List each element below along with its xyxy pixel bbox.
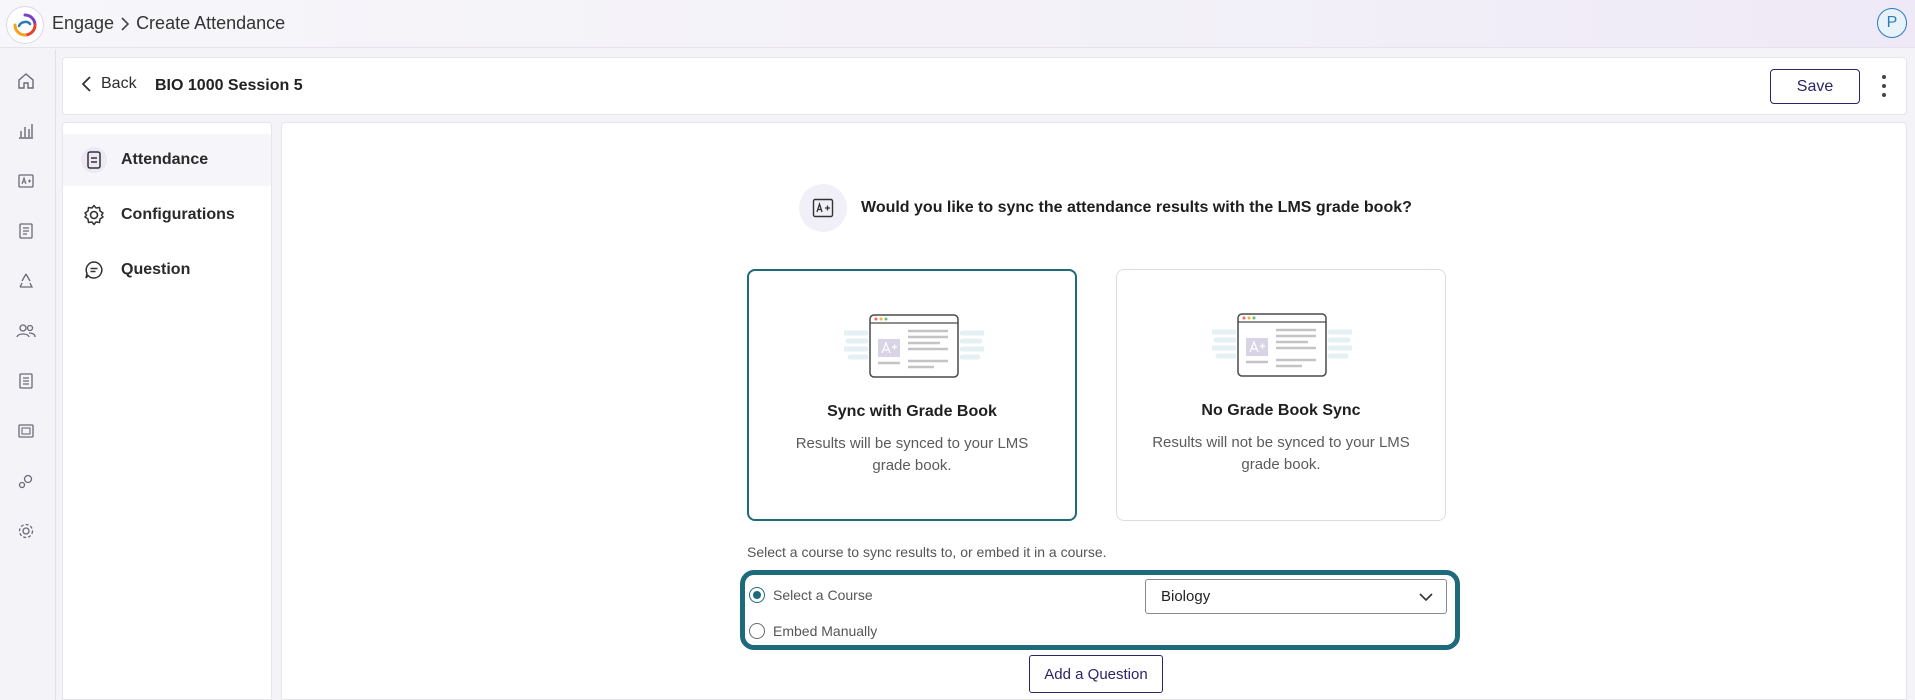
course-select[interactable]: Biology: [1145, 579, 1447, 614]
add-question-button[interactable]: Add a Question: [1029, 655, 1163, 693]
option-description: Results will be synced to your LMS grade…: [795, 435, 1029, 474]
chat-icon: [81, 257, 107, 283]
nav-item-question[interactable]: Question: [63, 244, 271, 296]
chevron-right-icon: [118, 16, 132, 32]
page-title: BIO 1000 Session 5: [155, 77, 303, 94]
document-icon: [81, 147, 107, 173]
option-no-grade-book-sync[interactable]: No Grade Book Sync Results will not be s…: [1116, 269, 1446, 521]
radio-select-course[interactable]: Select a Course: [749, 587, 873, 603]
page-header: Back BIO 1000 Session 5 Save: [62, 57, 1907, 115]
grade-book-sync-illustration-icon: [844, 314, 984, 378]
engage-logo-icon[interactable]: [6, 6, 44, 44]
gallery-icon[interactable]: [14, 419, 38, 443]
radio-button[interactable]: [749, 623, 765, 639]
top-bar: Engage Create Attendance P: [0, 0, 1915, 48]
back-button[interactable]: Back: [81, 75, 137, 93]
users-icon[interactable]: [14, 319, 38, 343]
recycle-icon[interactable]: [14, 269, 38, 293]
left-rail: [0, 49, 56, 700]
nav-item-label: Attendance: [121, 151, 209, 168]
radio-label: Embed Manually: [773, 623, 878, 639]
gear-icon: [81, 202, 107, 228]
integrations-icon[interactable]: [14, 469, 38, 493]
report-icon[interactable]: [14, 219, 38, 243]
list-icon[interactable]: [14, 369, 38, 393]
nav-item-attendance[interactable]: Attendance: [63, 134, 271, 186]
course-select-value: Biology: [1161, 588, 1211, 605]
grade-icon[interactable]: [14, 169, 38, 193]
chevron-down-icon: [1419, 593, 1433, 602]
course-selection-box: Select a Course Embed Manually Biology: [740, 570, 1460, 650]
chevron-left-icon: [81, 76, 91, 92]
sync-question: Would you like to sync the attendance re…: [799, 184, 1412, 232]
radio-embed-manually[interactable]: Embed Manually: [749, 623, 877, 639]
section-nav: Attendance Configurations Question: [62, 122, 272, 700]
avatar[interactable]: P: [1877, 8, 1907, 38]
home-icon[interactable]: [14, 69, 38, 93]
radio-button-checked[interactable]: [749, 587, 765, 603]
option-sync-grade-book[interactable]: Sync with Grade Book Results will be syn…: [747, 269, 1077, 521]
radio-label: Select a Course: [773, 587, 873, 603]
course-hint-text: Select a course to sync results to, or e…: [747, 544, 1107, 560]
option-title: Sync with Grade Book: [827, 403, 997, 420]
bar-chart-icon[interactable]: [14, 119, 38, 143]
option-title: No Grade Book Sync: [1201, 402, 1361, 419]
no-sync-illustration-icon: [1212, 313, 1352, 377]
nav-item-label: Question: [121, 261, 191, 278]
breadcrumb-app[interactable]: Engage: [52, 13, 114, 34]
more-options-icon[interactable]: [1876, 73, 1892, 99]
question-text: Would you like to sync the attendance re…: [861, 199, 1412, 216]
grade-book-icon: [799, 184, 847, 232]
nav-item-label: Configurations: [121, 206, 235, 223]
save-button[interactable]: Save: [1770, 69, 1860, 104]
breadcrumb: Engage Create Attendance: [52, 13, 285, 34]
main-panel: Would you like to sync the attendance re…: [281, 122, 1907, 700]
breadcrumb-page: Create Attendance: [136, 13, 286, 33]
nav-item-configurations[interactable]: Configurations: [63, 189, 271, 241]
settings-icon[interactable]: [14, 519, 38, 543]
option-description: Results will not be synced to your LMS g…: [1152, 434, 1410, 473]
back-label: Back: [101, 75, 137, 92]
